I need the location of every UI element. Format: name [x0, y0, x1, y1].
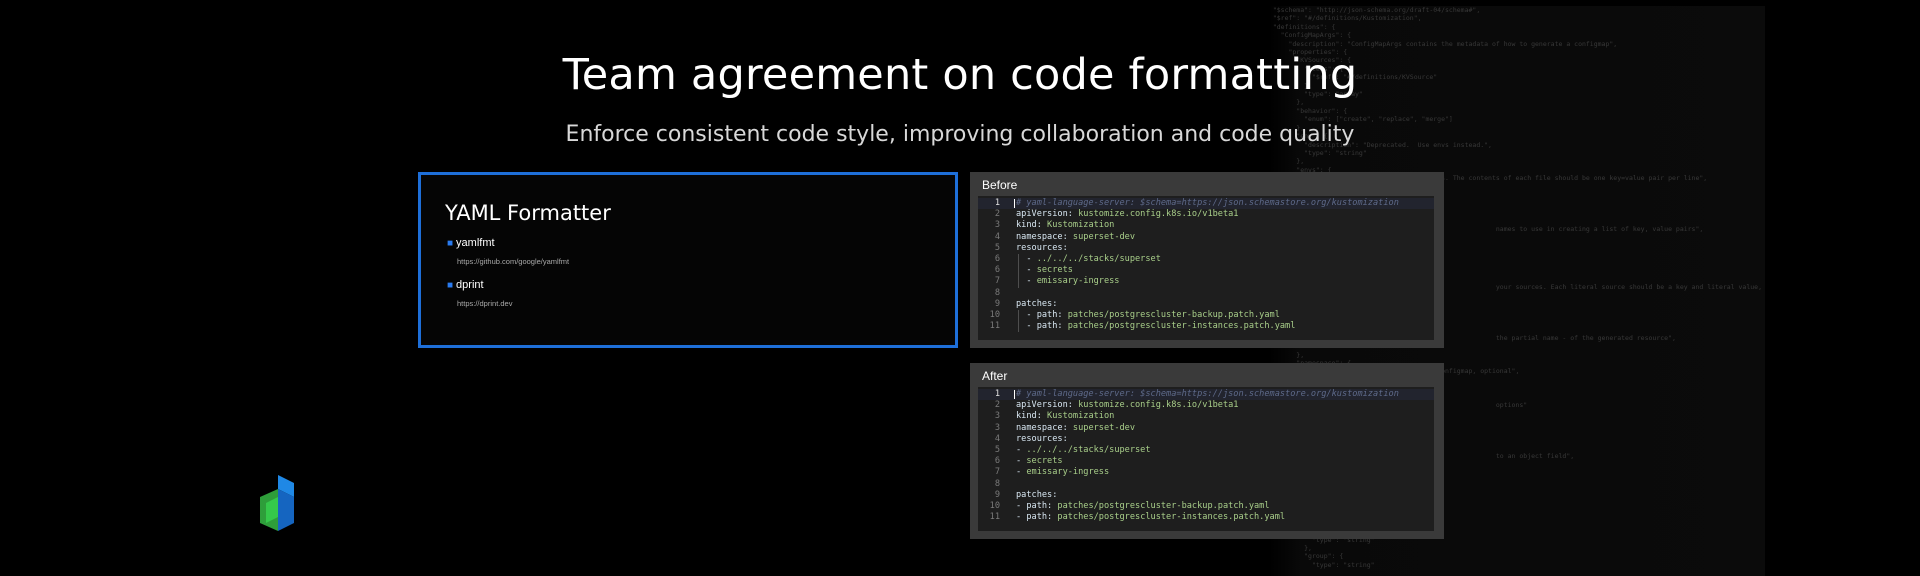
code-line: 8: [978, 288, 1434, 299]
line-number: 9: [994, 298, 1000, 309]
yaml-formatter-card: YAML Formatter ■ yamlfmt https://github.c…: [418, 172, 958, 348]
bullet-item: ■ dprint: [447, 279, 484, 291]
line-number: 4: [994, 433, 1000, 444]
code-line: 11 - path: patches/postgrescluster-insta…: [978, 321, 1434, 332]
code-line: 3 namespace: superset-dev: [978, 423, 1434, 434]
line-number: 6: [994, 456, 1000, 467]
line-number: 3: [994, 220, 1000, 231]
code-text: namespace: superset-dev: [1016, 231, 1136, 242]
code-text: kind: Kustomization: [1016, 411, 1115, 422]
code-line: 8: [978, 479, 1434, 490]
code-text: - secrets: [1016, 456, 1063, 467]
line-number: 8: [994, 287, 1000, 298]
code-line: 10 - path: patches/postgrescluster-backu…: [978, 310, 1434, 321]
code-text: resources:: [1016, 433, 1068, 444]
indent-guide: [1018, 310, 1019, 333]
code-line: 7 - emissary-ingress: [978, 276, 1434, 287]
code-line: 9 patches:: [978, 490, 1434, 501]
code-line: 1 # yaml-language-server: $schema=https:/…: [978, 198, 1434, 210]
line-number: 1: [994, 389, 1000, 399]
after-panel: After 1 # yaml-language-server: $schema=h…: [970, 363, 1444, 539]
code-text: - emissary-ingress: [1016, 467, 1110, 478]
code-line: 3 kind: Kustomization: [978, 220, 1434, 231]
page-title: Team agreement on code formatting: [562, 50, 1358, 100]
line-number: 10: [989, 309, 1000, 320]
bullet-dot-icon: ■: [447, 280, 454, 291]
code-text: - path: patches/postgrescluster-instance…: [1016, 512, 1286, 523]
code-line: 9 patches:: [978, 299, 1434, 310]
line-number: 6: [994, 265, 1000, 276]
line-number: 3: [994, 422, 1000, 433]
code-text: patches:: [1016, 298, 1058, 309]
code-text: - emissary-ingress: [1016, 276, 1120, 287]
line-number: 11: [989, 512, 1000, 523]
line-number: 2: [994, 400, 1000, 411]
line-number: 10: [989, 500, 1000, 511]
code-line: 2 apiVersion: kustomize.config.k8s.io/v1b…: [978, 400, 1434, 411]
code-line: 2 apiVersion: kustomize.config.k8s.io/v1b…: [978, 209, 1434, 220]
before-label: Before: [982, 178, 1018, 192]
company-logo-icon: [260, 475, 294, 531]
line-number: 9: [994, 489, 1000, 500]
code-line: 10 - path: patches/postgrescluster-backup…: [978, 501, 1434, 512]
line-number: 5: [994, 444, 1000, 455]
code-text: apiVersion: kustomize.config.k8s.io/v1be…: [1016, 209, 1239, 220]
line-number: 6: [994, 253, 1000, 264]
bullet-item: ■ yamlfmt: [447, 237, 495, 249]
text-cursor: [1014, 390, 1015, 399]
code-line: 6 - secrets: [978, 265, 1434, 276]
code-line: 11 - path: patches/postgrescluster-instan…: [978, 512, 1434, 523]
code-line: 6 - ../../../stacks/superset: [978, 254, 1434, 265]
bullet-dot-icon: ■: [447, 238, 454, 249]
code-text: - secrets: [1016, 265, 1073, 276]
indent-guide: [1018, 254, 1019, 288]
code-line: 6 - secrets: [978, 456, 1434, 467]
code-text: namespace: superset-dev: [1016, 422, 1136, 433]
line-number: 3: [994, 411, 1000, 422]
code-text: # yaml-language-server: $schema=https://…: [1016, 389, 1399, 399]
code-line: 3 kind: Kustomization: [978, 411, 1434, 422]
after-code-editor[interactable]: 1 # yaml-language-server: $schema=https:/…: [978, 387, 1434, 531]
code-text: - path: patches/postgrescluster-backup.p…: [1016, 309, 1280, 320]
code-line: 1 # yaml-language-server: $schema=https:/…: [978, 389, 1434, 401]
line-number: 5: [994, 242, 1000, 253]
code-text: - path: patches/postgrescluster-backup.p…: [1016, 500, 1270, 511]
code-text: - path: patches/postgrescluster-instance…: [1016, 321, 1296, 332]
line-number: 7: [994, 467, 1000, 478]
code-line: 5 resources:: [978, 243, 1434, 254]
code-text: kind: Kustomization: [1016, 220, 1115, 231]
before-panel: Before 1 # yaml-language-server: $schema=…: [970, 172, 1444, 348]
text-cursor: [1014, 199, 1015, 208]
code-line: 4 namespace: superset-dev: [978, 232, 1434, 243]
code-text: apiVersion: kustomize.config.k8s.io/v1be…: [1016, 400, 1239, 411]
line-number: 11: [989, 321, 1000, 332]
before-code-editor[interactable]: 1 # yaml-language-server: $schema=https:/…: [978, 196, 1434, 340]
line-number: 2: [994, 209, 1000, 220]
code-text: patches:: [1016, 489, 1058, 500]
line-number: 1: [994, 198, 1000, 208]
card-title: YAML Formatter: [445, 201, 611, 225]
bullet-label: dprint: [456, 279, 484, 291]
code-line: 5 - ../../../stacks/superset: [978, 445, 1434, 456]
bullet-label: yamlfmt: [456, 237, 495, 249]
code-line: 7 - emissary-ingress: [978, 467, 1434, 478]
page-subtitle: Enforce consistent code style, improving…: [565, 122, 1355, 147]
line-number: 7: [994, 276, 1000, 287]
line-number: 8: [994, 478, 1000, 489]
bullet-link[interactable]: https://dprint.dev: [457, 299, 512, 308]
line-number: 4: [994, 231, 1000, 242]
code-text: # yaml-language-server: $schema=https://…: [1016, 198, 1399, 208]
code-text: - ../../../stacks/superset: [1016, 253, 1161, 264]
code-text: resources:: [1016, 242, 1068, 253]
bullet-link[interactable]: https://github.com/google/yamlfmt: [457, 257, 569, 266]
code-text: - ../../../stacks/superset: [1016, 444, 1151, 455]
code-line: 4 resources:: [978, 434, 1434, 445]
after-label: After: [982, 369, 1008, 383]
